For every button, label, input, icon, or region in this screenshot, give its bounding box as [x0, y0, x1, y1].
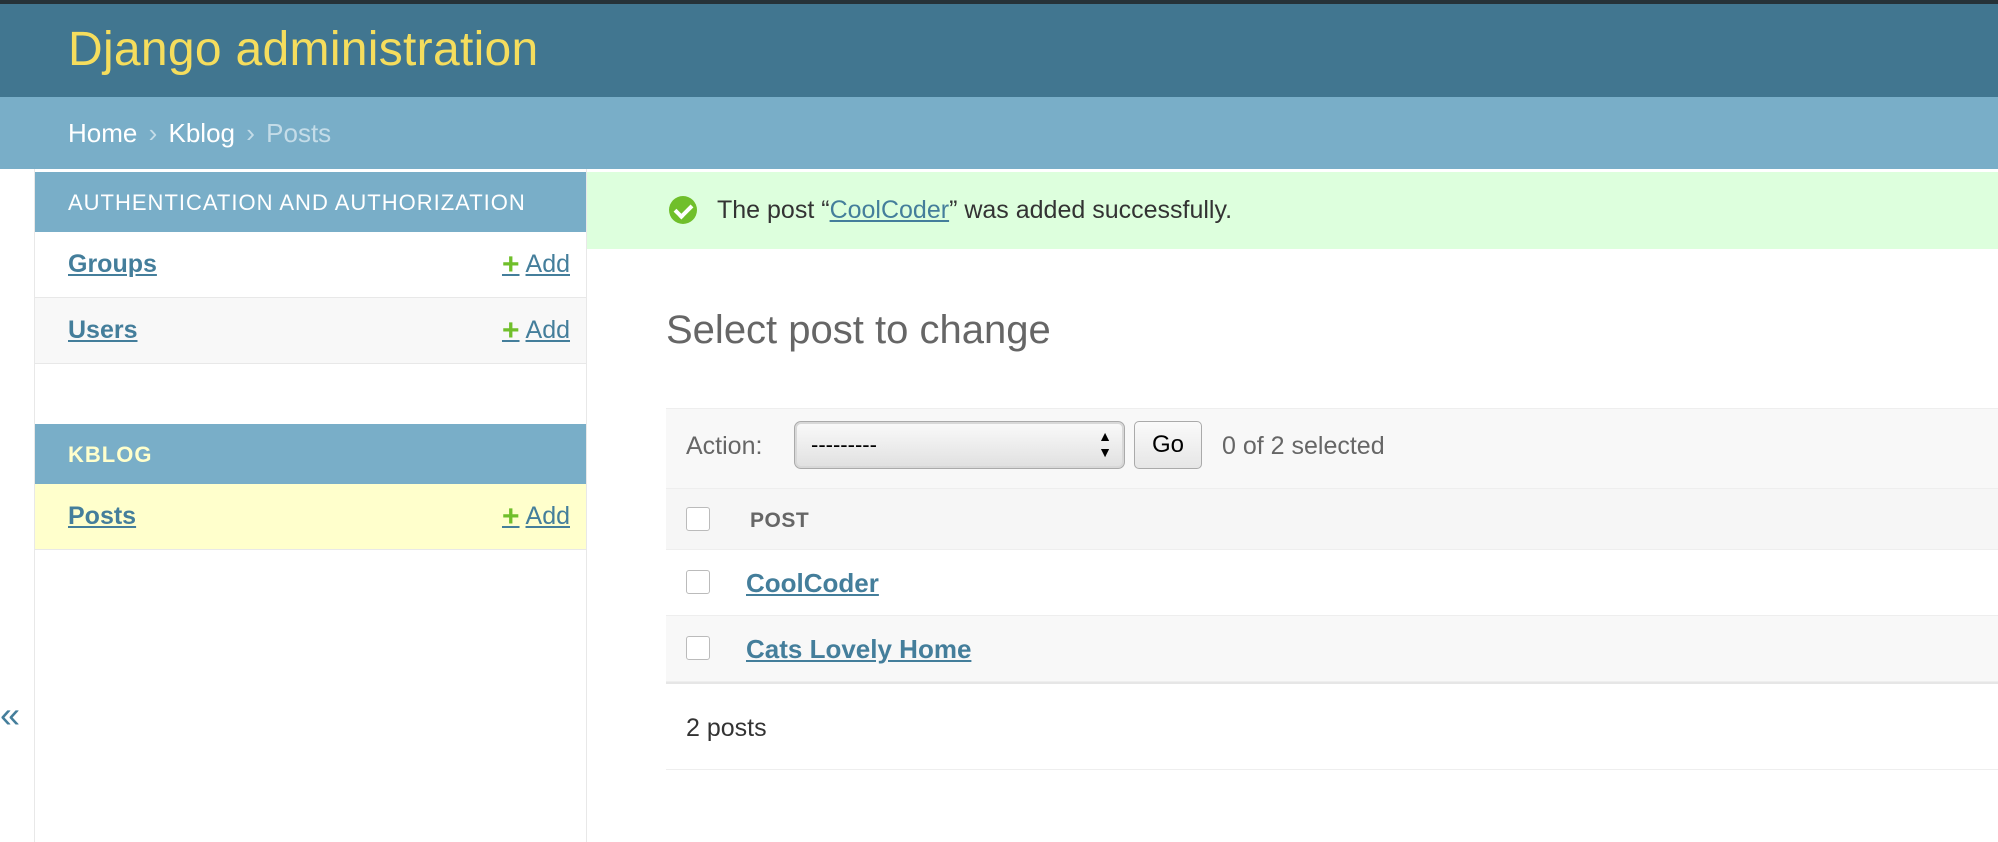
success-message-text: The post “CoolCoder” was added successfu… [717, 196, 1232, 225]
breadcrumb-separator: › [148, 118, 158, 148]
add-user-button[interactable]: + Add [502, 314, 570, 348]
success-check-icon [669, 196, 697, 224]
paginator: 2 posts [666, 684, 1998, 770]
table-row: CoolCoder [666, 550, 1998, 616]
add-label: Add [525, 316, 570, 344]
result-count: 2 posts [686, 714, 767, 742]
breadcrumb-current: Posts [266, 118, 332, 148]
action-label: Action: [686, 432, 763, 460]
sidebar-item-posts: Posts + Add [35, 484, 586, 550]
plus-icon: + [501, 500, 520, 533]
add-group-button[interactable]: + Add [502, 248, 570, 282]
sidebar-item-groups: Groups + Add [35, 232, 586, 298]
post-link[interactable]: Cats Lovely Home [746, 634, 971, 665]
message-suffix: ” was added successfully. [949, 196, 1233, 224]
breadcrumb-kblog-link[interactable]: Kblog [169, 118, 236, 148]
column-header-post[interactable]: POST [750, 509, 809, 533]
action-select[interactable]: --------- ▲ ▼ [794, 421, 1125, 469]
row-checkbox[interactable] [686, 570, 710, 594]
sidebar-item-groups-link[interactable]: Groups [68, 250, 157, 279]
sidebar-divider [586, 169, 587, 842]
go-button[interactable]: Go [1134, 421, 1202, 469]
success-message: The post “CoolCoder” was added successfu… [587, 172, 1998, 249]
sidebar-module-auth: AUTHENTICATION AND AUTHORIZATION Groups … [35, 172, 586, 364]
sidebar-item-users-link[interactable]: Users [68, 316, 138, 345]
sidebar-module-kblog: KBLOG Posts + Add [35, 424, 586, 550]
select-all-checkbox[interactable] [686, 507, 710, 531]
table-header: POST [666, 488, 1998, 550]
sidebar-item-posts-link[interactable]: Posts [68, 502, 136, 531]
breadcrumb: Home › Kblog › Posts [0, 97, 1998, 169]
nav-sidebar-toggle-icon[interactable]: « [0, 694, 24, 736]
actions-bar: Action: --------- ▲ ▼ Go 0 of 2 selected [666, 408, 1998, 488]
table-row: Cats Lovely Home [666, 616, 1998, 682]
message-post-link[interactable]: CoolCoder [830, 196, 950, 224]
select-arrows-icon: ▲ ▼ [1098, 428, 1112, 460]
sidebar-item-users: Users + Add [35, 298, 586, 364]
module-caption-auth[interactable]: AUTHENTICATION AND AUTHORIZATION [35, 172, 586, 232]
results-table: POST CoolCoder Cats Lovely Home [666, 488, 1998, 684]
plus-icon: + [501, 248, 520, 281]
message-prefix: The post “ [717, 196, 830, 224]
module-caption-kblog[interactable]: KBLOG [35, 424, 586, 484]
site-title[interactable]: Django administration [68, 22, 539, 77]
action-select-value: --------- [811, 432, 877, 457]
breadcrumb-home-link[interactable]: Home [68, 118, 137, 148]
breadcrumb-separator: › [246, 118, 255, 148]
add-label: Add [525, 502, 570, 530]
page-title: Select post to change [666, 308, 1051, 352]
selection-counter: 0 of 2 selected [1222, 432, 1385, 460]
header: Django administration [0, 4, 1998, 97]
post-link[interactable]: CoolCoder [746, 568, 879, 599]
add-label: Add [525, 250, 570, 278]
row-checkbox[interactable] [686, 636, 710, 660]
add-post-button[interactable]: + Add [502, 500, 570, 534]
plus-icon: + [501, 314, 520, 347]
